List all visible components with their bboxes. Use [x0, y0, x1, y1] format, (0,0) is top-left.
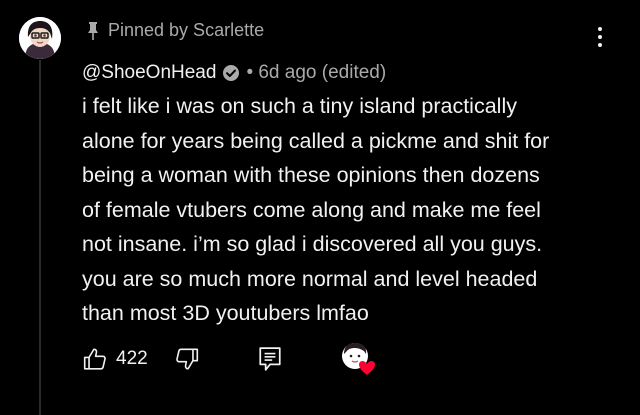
- comment-line: you are so much more normal and level he…: [82, 266, 538, 291]
- comment-line: being a woman with these opinions then d…: [82, 163, 540, 187]
- comment-line: i felt like i was on such a tiny island …: [82, 94, 517, 118]
- reply-icon: [259, 347, 281, 371]
- verified-check-icon: [223, 65, 240, 81]
- dislike-button[interactable]: [174, 346, 200, 372]
- avatar-image: [19, 17, 61, 59]
- more-actions-button[interactable]: [590, 22, 610, 52]
- pin-icon: [88, 21, 98, 40]
- creator-heart-icon: [341, 343, 375, 375]
- comment-line: than most 3D youtubers lmfao: [82, 301, 369, 325]
- comment-line: alone for years being called a pickme an…: [82, 128, 550, 153]
- comment-text: i felt like i was on such a tiny island …: [82, 89, 622, 331]
- comment-line: of female vtubers come along and make me…: [82, 197, 541, 222]
- thumbs-down-icon: [175, 348, 198, 370]
- comment-header: @ShoeOnHead • 6d ago (edited): [82, 60, 386, 86]
- pinned-indicator: Pinned by Scarlette: [86, 20, 264, 41]
- thread-line: [39, 60, 41, 415]
- more-vertical-icon: [598, 27, 602, 31]
- comment-actions: 422: [82, 343, 378, 375]
- comment-line: not insane. i’m so glad i discovered all…: [82, 232, 543, 256]
- reply-button[interactable]: [258, 346, 282, 372]
- thumbs-up-icon: [83, 348, 106, 370]
- like-count: 422: [116, 348, 148, 369]
- like-button[interactable]: 422: [82, 346, 148, 372]
- author-name[interactable]: @ShoeOnHead: [82, 62, 216, 84]
- avatar[interactable]: [19, 17, 61, 59]
- pinned-label: Pinned by Scarlette: [108, 20, 265, 40]
- creator-heart[interactable]: [340, 342, 378, 376]
- comment-timestamp[interactable]: • 6d ago (edited): [246, 62, 386, 84]
